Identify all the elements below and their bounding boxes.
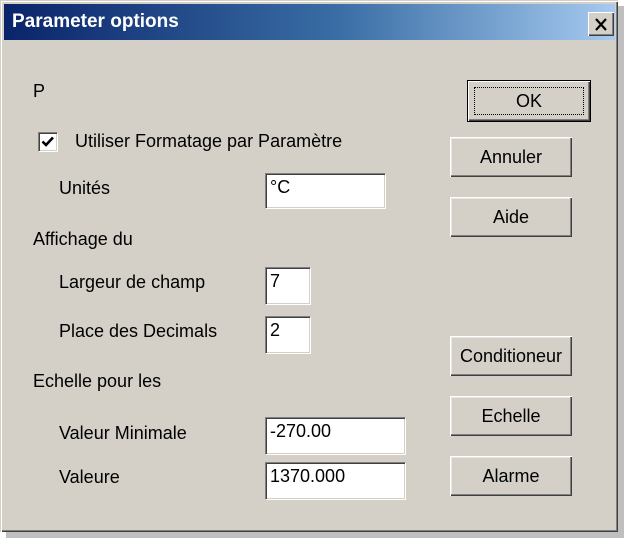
max-value-label: Valeure	[59, 467, 120, 487]
window-shadow-bottom	[6, 532, 618, 538]
scale-section-label: Echelle pour les	[33, 371, 162, 391]
min-value-label: Valeur Minimale	[59, 423, 187, 443]
field-width-label: Largeur de champ	[59, 272, 206, 292]
parameter-name: P	[33, 81, 46, 101]
focus-rectangle	[474, 87, 584, 115]
scale-button[interactable]: Echelle	[450, 396, 572, 436]
help-button-label: Aide	[492, 206, 530, 227]
alarm-button[interactable]: Alarme	[450, 456, 572, 496]
scale-button-label: Echelle	[481, 405, 541, 426]
max-value-field[interactable]: 1370.000	[265, 462, 406, 500]
units-label: Unités	[59, 178, 111, 198]
decimal-places-field[interactable]: 2	[265, 316, 311, 354]
ok-button[interactable]: OK	[468, 81, 590, 121]
display-section-label: Affichage du	[33, 229, 133, 249]
close-icon	[595, 17, 607, 31]
checkmark-icon	[41, 136, 54, 147]
help-button[interactable]: Aide	[450, 197, 572, 237]
title-bar[interactable]: Parameter options	[4, 4, 615, 40]
window-title: Parameter options	[12, 11, 179, 32]
parameter-options-dialog: Parameter options P Utiliser Formatage p…	[0, 0, 618, 532]
cancel-button[interactable]: Annuler	[450, 137, 572, 177]
use-formatting-label[interactable]: Utiliser Formatage par Paramètre	[75, 131, 342, 152]
window-shadow-right	[618, 6, 624, 538]
alarm-button-label: Alarme	[482, 465, 540, 486]
close-button[interactable]	[588, 12, 614, 36]
cancel-button-label: Annuler	[479, 146, 543, 167]
use-formatting-checkbox[interactable]	[38, 132, 58, 152]
conditioner-button-label: Conditioneur	[459, 345, 563, 366]
units-field[interactable]: °C	[265, 173, 386, 209]
field-width-field[interactable]: 7	[265, 267, 311, 305]
decimal-places-label: Place des Decimals	[59, 321, 218, 341]
conditioner-button[interactable]: Conditioneur	[450, 336, 572, 376]
min-value-field[interactable]: -270.00	[265, 417, 406, 455]
